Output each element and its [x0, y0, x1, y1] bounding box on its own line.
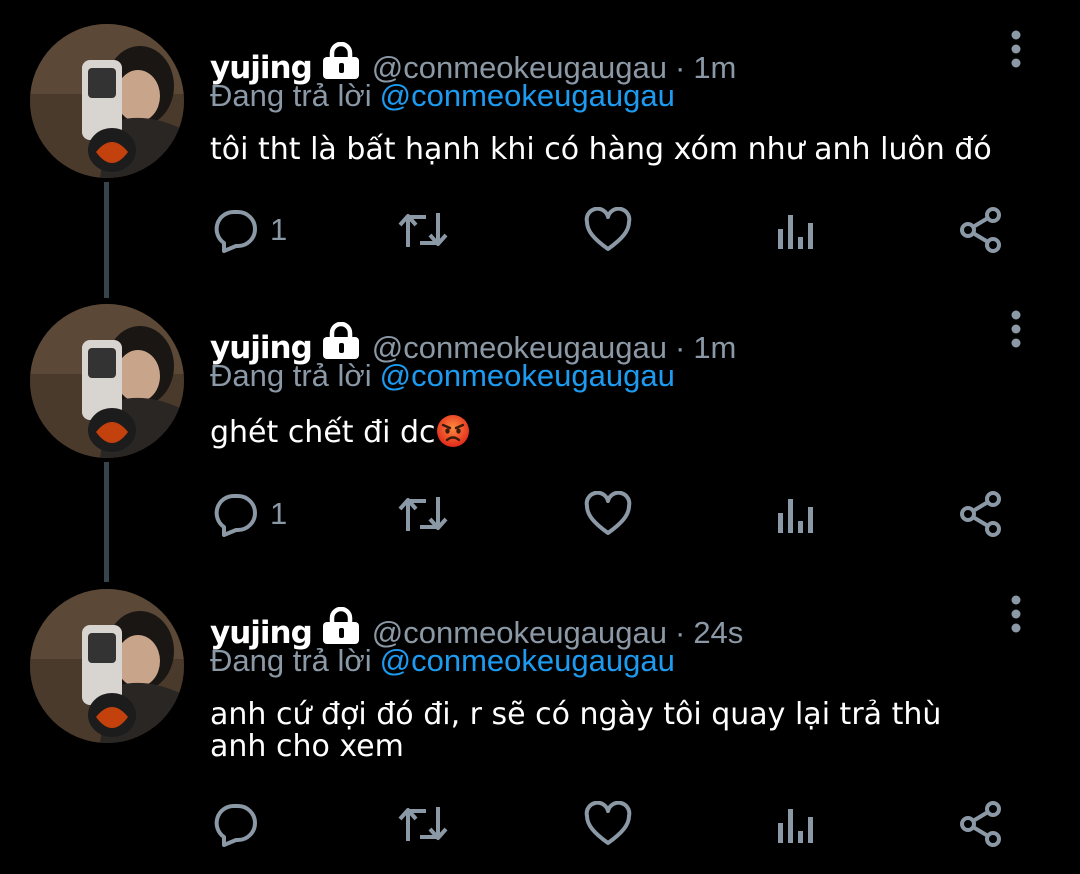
reply-to-link[interactable]: @conmeokeugaugau — [380, 358, 675, 393]
tweet-header: yujing @conmeokeugaugau · 1m — [210, 38, 736, 86]
avatar-image — [30, 24, 184, 178]
timestamp[interactable]: 1m — [693, 50, 736, 86]
tweet-text: anh cứ đợi đó đi, r sẽ có ngày tôi quay … — [210, 699, 1000, 763]
share-icon — [960, 801, 1001, 847]
replying-to: Đang trả lời @conmeokeugaugau — [210, 78, 675, 114]
retweet-button[interactable] — [396, 205, 450, 255]
tweet-text-content: tôi tht là bất hạnh khi có hàng xóm như … — [210, 132, 992, 167]
lock-icon — [320, 41, 362, 82]
analytics-icon — [778, 215, 813, 249]
angry-face-emoji — [436, 414, 470, 448]
reply-prefix: Đang trả lời — [210, 358, 372, 393]
tweet-text: ghét chết đi dc — [210, 414, 1030, 449]
like-icon — [584, 207, 632, 251]
retweet-icon — [398, 807, 448, 841]
action-bar: 1 — [0, 489, 1080, 539]
retweet-button[interactable] — [396, 799, 450, 849]
share-icon — [960, 207, 1001, 253]
like-button[interactable] — [584, 489, 632, 539]
more-vertical-icon[interactable] — [1000, 30, 1032, 70]
reply-prefix: Đang trả lời — [210, 78, 372, 113]
analytics-icon — [778, 809, 813, 843]
reply-count: 1 — [270, 496, 288, 531]
share-button[interactable] — [958, 205, 1006, 255]
lock-icon — [320, 606, 362, 647]
separator: · — [674, 615, 686, 650]
analytics-button[interactable] — [774, 489, 818, 539]
tweet-header: yujing @conmeokeugaugau · 1m — [210, 318, 736, 366]
reply-count: 1 — [270, 212, 288, 247]
reply-button[interactable]: 1 — [212, 489, 287, 539]
tweet-text-content: ghét chết đi dc — [210, 415, 436, 450]
action-bar — [0, 799, 1080, 849]
reply-icon — [214, 803, 257, 847]
replying-to: Đang trả lời @conmeokeugaugau — [210, 643, 675, 679]
analytics-button[interactable] — [774, 205, 818, 255]
reply-icon — [214, 493, 257, 537]
like-button[interactable] — [584, 799, 632, 849]
like-icon — [584, 491, 632, 535]
timestamp[interactable]: 1m — [693, 330, 736, 366]
share-icon — [960, 491, 1001, 537]
tweet[interactable]: yujing @conmeokeugaugau · 24s Đang trả l… — [0, 565, 1080, 874]
avatar-image — [30, 304, 184, 458]
conversation-thread: yujing @conmeokeugaugau · 1m Đang trả lờ… — [0, 0, 1080, 874]
reply-button[interactable]: 1 — [212, 205, 287, 255]
retweet-button[interactable] — [396, 489, 450, 539]
reply-to-link[interactable]: @conmeokeugaugau — [380, 78, 675, 113]
retweet-icon — [398, 213, 448, 247]
avatar[interactable] — [30, 304, 184, 458]
retweet-icon — [398, 497, 448, 531]
tweet[interactable]: yujing @conmeokeugaugau · 1m Đang trả lờ… — [0, 0, 1080, 285]
separator: · — [674, 330, 686, 365]
avatar[interactable] — [30, 589, 184, 743]
reply-prefix: Đang trả lời — [210, 643, 372, 678]
separator: · — [674, 50, 686, 85]
action-bar: 1 — [0, 205, 1080, 255]
reply-to-link[interactable]: @conmeokeugaugau — [380, 643, 675, 678]
tweet-text: tôi tht là bất hạnh khi có hàng xóm như … — [210, 134, 1030, 166]
like-icon — [584, 801, 632, 845]
lock-icon — [320, 321, 362, 362]
more-vertical-icon[interactable] — [1000, 310, 1032, 350]
tweet[interactable]: yujing @conmeokeugaugau · 1m Đang trả lờ… — [0, 280, 1080, 565]
tweet-header: yujing @conmeokeugaugau · 24s — [210, 603, 743, 651]
more-vertical-icon[interactable] — [1000, 595, 1032, 635]
replying-to: Đang trả lời @conmeokeugaugau — [210, 358, 675, 394]
share-button[interactable] — [958, 489, 1006, 539]
avatar[interactable] — [30, 24, 184, 178]
tweet-text-content: anh cứ đợi đó đi, r sẽ có ngày tôi quay … — [210, 697, 942, 764]
avatar-image — [30, 589, 184, 743]
share-button[interactable] — [958, 799, 1006, 849]
timestamp[interactable]: 24s — [693, 615, 743, 651]
reply-button[interactable] — [212, 799, 270, 849]
analytics-button[interactable] — [774, 799, 818, 849]
reply-icon — [214, 209, 257, 253]
like-button[interactable] — [584, 205, 632, 255]
analytics-icon — [778, 499, 813, 533]
